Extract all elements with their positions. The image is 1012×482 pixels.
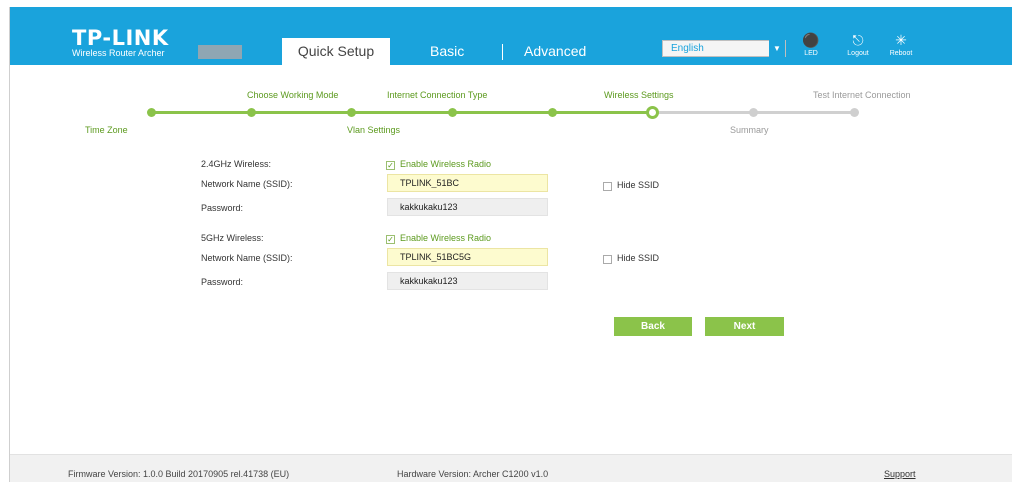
wireless-24-ssid-label: Network Name (SSID): [201,179,293,189]
wireless-24-label: 2.4GHz Wireless: [201,159,272,169]
wireless-24-enable-checkbox[interactable]: ✓ Enable Wireless Radio [386,159,491,170]
wireless-24-password-input[interactable] [387,198,548,216]
checkbox-empty-icon: ✓ [603,182,612,191]
top-header: TP-LINK Wireless Router Archer Quick Set… [10,7,1012,65]
firmware-version: Firmware Version: 1.0.0 Build 20170905 r… [68,469,290,479]
step-label-wireless-settings: Wireless Settings [604,90,674,100]
tab-advanced[interactable]: Advanced [524,38,586,65]
tab-divider [502,44,503,60]
checkbox-checked-icon: ✓ [386,235,395,244]
step-label-choose-working-mode: Choose Working Mode [247,90,339,100]
wireless-5-label: 5GHz Wireless: [201,233,264,243]
tab-basic[interactable]: Basic [430,38,464,65]
reboot-label: Reboot [889,50,913,57]
page-footer: Firmware Version: 1.0.0 Build 20170905 r… [10,454,1012,482]
support-link[interactable]: Support [884,469,916,479]
chevron-down-icon: ▼ [769,40,785,57]
wireless-5-password-input[interactable] [387,272,548,290]
wireless-5-ssid-input[interactable] [387,248,548,266]
next-button[interactable]: Next [705,317,784,336]
wireless-5-enable-label: Enable Wireless Radio [400,233,492,243]
step-label-vlan-settings: Vlan Settings [347,125,401,135]
reboot-icon: ✳ [895,32,907,48]
wireless-24-ssid-input[interactable] [387,174,548,192]
wireless-5-enable-checkbox[interactable]: ✓ Enable Wireless Radio [386,233,491,244]
led-button[interactable]: ⚫ LED [794,32,828,58]
step-dot-time-zone [147,108,156,117]
progress-track-done [151,111,653,114]
step-label-summary: Summary [730,125,769,135]
step-label-time-zone: Time Zone [85,125,128,135]
language-select-value: English [671,43,704,54]
language-select[interactable]: English ▼ [662,40,786,57]
wireless-5-hide-ssid-label: Hide SSID [617,253,660,263]
logout-icon: ⎋ [852,32,864,48]
step-dot-summary [749,108,758,117]
wireless-24-enable-label: Enable Wireless Radio [400,159,492,169]
step-dot-current [646,106,659,119]
step-dot-test-internet-connection [850,108,859,117]
hardware-version: Hardware Version: Archer C1200 v1.0 [397,469,549,479]
wireless-24-hide-ssid-label: Hide SSID [617,180,660,190]
tab-quick-setup[interactable]: Quick Setup [282,38,390,65]
checkbox-checked-icon: ✓ [386,161,395,170]
wireless-5-hide-ssid-checkbox[interactable]: ✓ Hide SSID [603,253,659,264]
wireless-5-password-label: Password: [201,277,244,287]
tp-link-logo: TP-LINK [72,26,169,50]
back-button[interactable]: Back [614,317,692,336]
router-model-label: Wireless Router Archer [72,48,165,58]
router-admin-page: TP-LINK Wireless Router Archer Quick Set… [9,7,1012,482]
step-label-test-internet-connection: Test Internet Connection [813,90,911,100]
reboot-button[interactable]: ✳ Reboot [884,32,918,58]
step-label-internet-connection-type: Internet Connection Type [387,90,488,100]
wireless-5-ssid-label: Network Name (SSID): [201,253,293,263]
step-dot-vlan-settings [347,108,356,117]
logout-button[interactable]: ⎋ Logout [841,32,875,58]
wireless-24-password-label: Password: [201,203,244,213]
led-label: LED [804,50,818,57]
step-dot-wireless-settings-prev [548,108,557,117]
logout-label: Logout [847,50,869,57]
redacted-model-mask [198,45,242,59]
checkbox-empty-icon: ✓ [603,255,612,264]
led-icon: ⚫ [802,32,820,48]
step-dot-choose-working-mode [247,108,256,117]
step-dot-internet-connection-type [448,108,457,117]
wireless-24-hide-ssid-checkbox[interactable]: ✓ Hide SSID [603,180,659,191]
